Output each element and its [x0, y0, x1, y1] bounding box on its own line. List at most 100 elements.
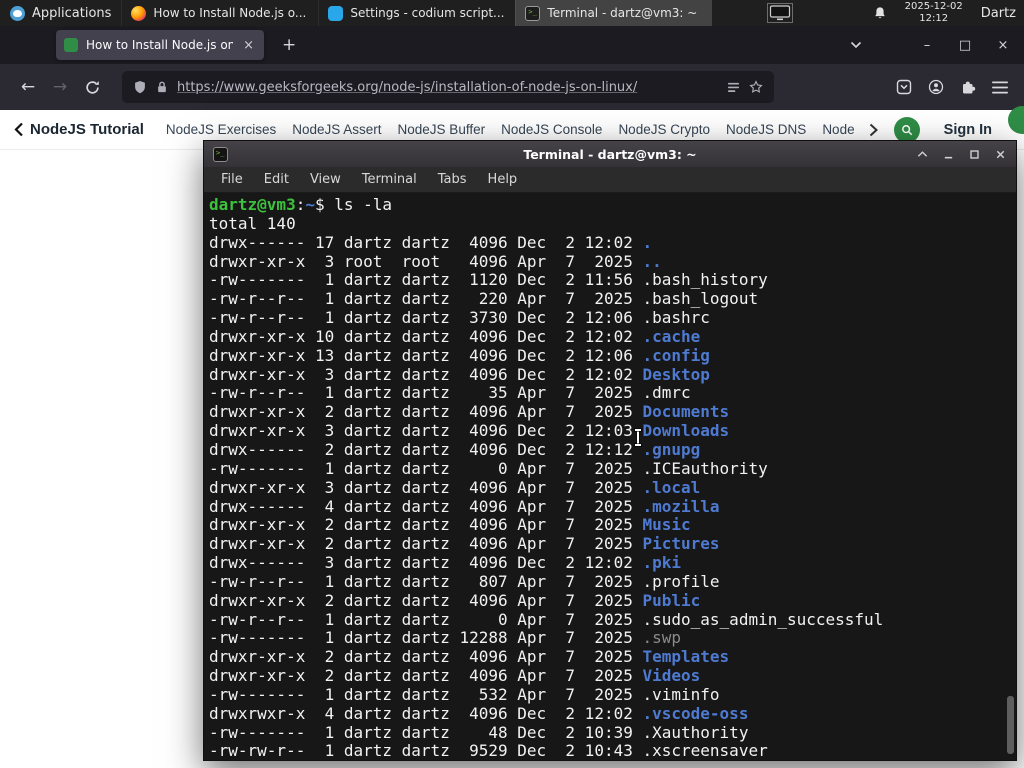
panel-window-button-terminal[interactable]: Terminal - dartz@vm3: ~ — [515, 0, 713, 26]
nav-chevron-right-icon[interactable] — [869, 123, 878, 137]
terminal-line: drwxr-xr-x 3 dartz dartz 4096 Apr 7 2025… — [209, 477, 701, 497]
toolbar-extension-area — [896, 79, 1012, 95]
clock-date: 2025-12-02 — [904, 1, 963, 12]
terminal-line: drwxr-xr-x 2 dartz dartz 4096 Apr 7 2025… — [209, 590, 701, 610]
terminal-line: -rw------- 1 dartz dartz 12288 Apr 7 202… — [209, 628, 682, 648]
mouse-cursor — [634, 428, 642, 447]
terminal-menu-help[interactable]: Help — [488, 172, 518, 187]
lock-icon[interactable] — [156, 80, 168, 94]
window-button-label: Settings - codium script... — [350, 6, 505, 20]
account-icon[interactable] — [928, 79, 944, 95]
window-button-label: Terminal - dartz@vm3: ~ — [547, 6, 698, 20]
terminal-line: drwxrwxr-x 4 dartz dartz 4096 Dec 2 12:0… — [209, 703, 749, 723]
terminal-line: drwxr-xr-x 2 dartz dartz 4096 Apr 7 2025… — [209, 666, 701, 686]
site-search-icon[interactable] — [893, 116, 920, 143]
applications-label: Applications — [32, 5, 112, 21]
forward-button[interactable]: → — [44, 72, 76, 102]
terminal-menu-terminal[interactable]: Terminal — [362, 172, 417, 187]
window-button-label: How to Install Node.js o... — [153, 6, 307, 20]
nav-chevron-left-icon[interactable] — [14, 122, 24, 137]
distro-logo-icon — [10, 5, 25, 21]
terminal-line: -rw------- 1 dartz dartz 532 Apr 7 2025 … — [209, 684, 720, 704]
terminal-line: drwxr-xr-x 13 dartz dartz 4096 Dec 2 12:… — [209, 345, 710, 365]
extensions-puzzle-icon[interactable] — [960, 79, 976, 95]
reader-mode-icon[interactable] — [727, 81, 740, 94]
browser-tab[interactable]: How to Install Node.js on × — [56, 30, 264, 60]
terminal-line: drwx------ 3 dartz dartz 4096 Dec 2 12:0… — [209, 553, 682, 573]
firefox-icon — [131, 5, 147, 21]
site-nav-link-nodejs-crypto[interactable]: NodeJS Crypto — [618, 122, 710, 137]
terminal-line: drwx------ 2 dartz dartz 4096 Dec 2 12:1… — [209, 439, 701, 459]
tracking-shield-icon[interactable] — [133, 80, 147, 95]
site-nav-link-nodejs-assert[interactable]: NodeJS Assert — [292, 122, 381, 137]
terminal-menubar: File Edit View Terminal Tabs Help — [204, 167, 1016, 193]
terminal-output[interactable]: dartz@vm3:~$ ls -la total 140 drwx------ 1… — [204, 193, 1016, 760]
menu-hamburger-icon[interactable] — [992, 81, 1008, 94]
new-tab-button[interactable]: + — [276, 35, 302, 55]
terminal-close-button[interactable] — [993, 147, 1007, 161]
url-bar[interactable]: https://www.geeksforgeeks.org/node-js/in… — [122, 71, 774, 103]
panel-window-button-codium[interactable]: Settings - codium script... — [318, 0, 515, 26]
site-nav-link-nodejs-dns[interactable]: NodeJS DNS — [726, 122, 806, 137]
terminal-menu-view[interactable]: View — [310, 172, 341, 187]
notification-bell-icon[interactable] — [873, 6, 887, 21]
terminal-scrollbar[interactable] — [1007, 696, 1014, 754]
panel-user-label[interactable]: Dartz — [981, 6, 1016, 21]
bookmark-star-icon[interactable] — [749, 80, 763, 94]
terminal-line: drwxr-xr-x 10 dartz dartz 4096 Dec 2 12:… — [209, 326, 701, 346]
terminal-title: Terminal - dartz@vm3: ~ — [523, 146, 697, 162]
window-maximize-button[interactable]: □ — [958, 38, 972, 53]
tabbar-controls: – □ × — [850, 38, 1024, 53]
tray-terminal-icon[interactable] — [766, 3, 793, 23]
codium-icon — [328, 5, 344, 21]
terminal-menu-edit[interactable]: Edit — [264, 172, 289, 187]
terminal-line: -rw------- 1 dartz dartz 1120 Dec 2 11:5… — [209, 270, 768, 290]
site-nav-link-nodejs-console[interactable]: NodeJS Console — [501, 122, 602, 137]
terminal-app-icon — [213, 146, 228, 162]
top-panel: Applications How to Install Node.js o...… — [0, 0, 1024, 26]
clock-time: 12:12 — [919, 13, 949, 24]
terminal-icon — [525, 5, 541, 21]
reload-button[interactable] — [76, 72, 108, 102]
terminal-line: drwxr-xr-x 2 dartz dartz 4096 Apr 7 2025… — [209, 402, 730, 422]
terminal-line: -rw-r--r-- 1 dartz dartz 3730 Dec 2 12:0… — [209, 308, 710, 328]
terminal-line: -rw------- 1 dartz dartz 0 Apr 7 2025 .I… — [209, 458, 768, 478]
applications-menu-button[interactable]: Applications — [0, 0, 121, 26]
window-close-button[interactable]: × — [996, 38, 1010, 53]
terminal-line: drwxr-xr-x 3 dartz dartz 4096 Dec 2 12:0… — [209, 364, 710, 384]
url-input[interactable]: https://www.geeksforgeeks.org/node-js/in… — [177, 80, 718, 95]
site-nav-brand[interactable]: NodeJS Tutorial — [30, 121, 144, 138]
panel-window-button-firefox[interactable]: How to Install Node.js o... — [121, 0, 318, 26]
terminal-line: drwx------ 4 dartz dartz 4096 Apr 7 2025… — [209, 496, 720, 516]
sign-in-button[interactable]: Sign In — [944, 122, 992, 138]
terminal-minimize-button[interactable] — [941, 147, 955, 161]
terminal-menu-tabs[interactable]: Tabs — [438, 172, 467, 187]
tab-title: How to Install Node.js on — [86, 38, 234, 52]
terminal-maximize-button[interactable] — [967, 147, 981, 161]
terminal-line: drwxr-xr-x 3 root root 4096 Apr 7 2025 .… — [209, 251, 662, 271]
terminal-titlebar[interactable]: Terminal - dartz@vm3: ~ — [204, 141, 1016, 167]
site-nav-link-nodejs-exercises[interactable]: NodeJS Exercises — [166, 122, 276, 137]
terminal-line: drwxr-xr-x 2 dartz dartz 4096 Apr 7 2025… — [209, 515, 691, 535]
terminal-shade-icon[interactable] — [915, 147, 929, 161]
terminal-line: -rw------- 1 dartz dartz 48 Dec 2 10:39 … — [209, 722, 749, 742]
terminal-line: drwxr-xr-x 2 dartz dartz 4096 Apr 7 2025… — [209, 534, 720, 554]
terminal-window: Terminal - dartz@vm3: ~ File Edit View Term… — [203, 140, 1017, 761]
terminal-line: dartz@vm3:~$ ls -la — [209, 195, 393, 214]
terminal-line: total 140 — [209, 213, 296, 233]
window-minimize-button[interactable]: – — [920, 38, 934, 53]
panel-clock[interactable]: 2025-12-02 12:12 — [905, 1, 963, 25]
terminal-line: -rw-r--r-- 1 dartz dartz 35 Apr 7 2025 .… — [209, 383, 691, 403]
terminal-line: -rw-rw-r-- 1 dartz dartz 9529 Dec 2 10:4… — [209, 741, 768, 760]
site-nav-links: NodeJS Exercises NodeJS Assert NodeJS Buff… — [166, 122, 855, 137]
list-all-tabs-icon[interactable] — [850, 41, 862, 49]
extension-badge-icon[interactable] — [896, 79, 912, 95]
terminal-menu-file[interactable]: File — [221, 172, 243, 187]
terminal-line: drwxr-xr-x 3 dartz dartz 4096 Dec 2 12:0… — [209, 421, 730, 441]
site-nav-link-node[interactable]: Node — [822, 122, 854, 137]
terminal-line: drwx------ 17 dartz dartz 4096 Dec 2 12:… — [209, 232, 653, 252]
tab-favicon-icon — [64, 38, 78, 52]
site-nav-link-nodejs-buffer[interactable]: NodeJS Buffer — [398, 122, 486, 137]
tab-close-icon[interactable]: × — [241, 38, 256, 53]
back-button[interactable]: ← — [12, 72, 44, 102]
